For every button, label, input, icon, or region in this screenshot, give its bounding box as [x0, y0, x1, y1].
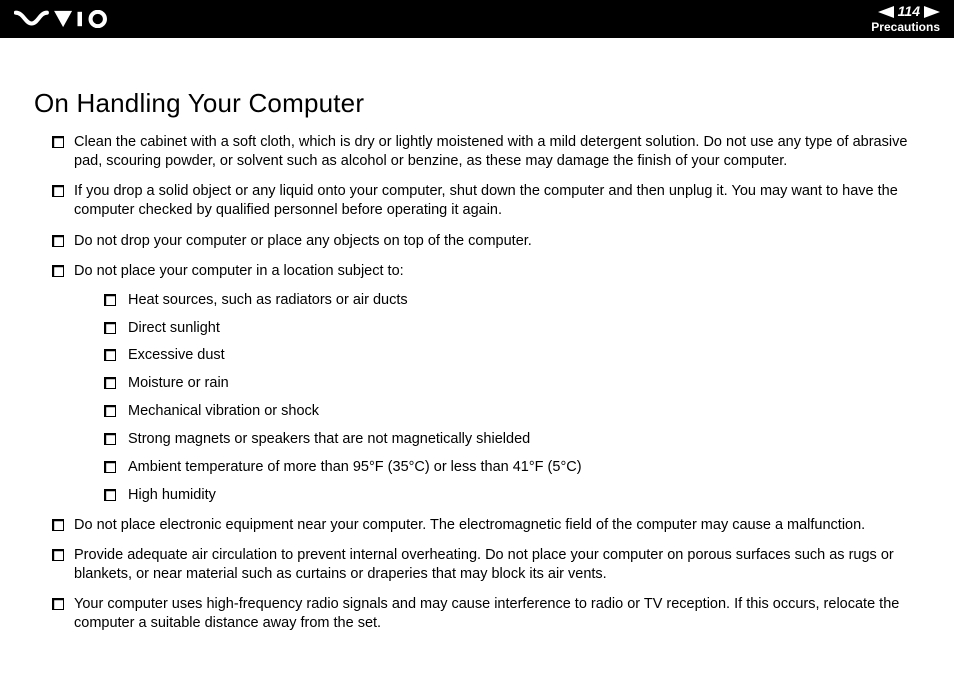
bullet-list: Clean the cabinet with a soft cloth, whi… [34, 133, 920, 633]
prev-page-arrow-icon[interactable] [878, 6, 894, 18]
list-item: Heat sources, such as radiators or air d… [104, 291, 920, 310]
list-item: Do not drop your computer or place any o… [52, 232, 920, 251]
list-item: Moisture or rain [104, 374, 920, 393]
list-item: Mechanical vibration or shock [104, 402, 920, 421]
list-item: If you drop a solid object or any liquid… [52, 182, 920, 220]
page-nav: 114 [871, 4, 940, 19]
next-page-arrow-icon[interactable] [924, 6, 940, 18]
header-right: 114 Precautions [871, 4, 940, 34]
list-item: Direct sunlight [104, 319, 920, 338]
list-item: Do not place your computer in a location… [52, 262, 920, 505]
list-item: Your computer uses high-frequency radio … [52, 595, 920, 633]
section-label: Precautions [871, 21, 940, 34]
page-header: 114 Precautions [0, 0, 954, 38]
list-item: Strong magnets or speakers that are not … [104, 430, 920, 449]
sub-list: Heat sources, such as radiators or air d… [74, 291, 920, 505]
list-item: Do not place electronic equipment near y… [52, 516, 920, 535]
list-item: Clean the cabinet with a soft cloth, whi… [52, 133, 920, 171]
page-content: On Handling Your Computer Clean the cabi… [0, 38, 954, 664]
list-item: Provide adequate air circulation to prev… [52, 546, 920, 584]
list-item: Excessive dust [104, 346, 920, 365]
list-item: Ambient temperature of more than 95°F (3… [104, 458, 920, 477]
page-title: On Handling Your Computer [34, 88, 920, 119]
list-item-text: Do not place your computer in a location… [74, 263, 404, 279]
page-number: 114 [896, 4, 922, 19]
list-item: High humidity [104, 486, 920, 505]
vaio-logo [14, 0, 114, 38]
